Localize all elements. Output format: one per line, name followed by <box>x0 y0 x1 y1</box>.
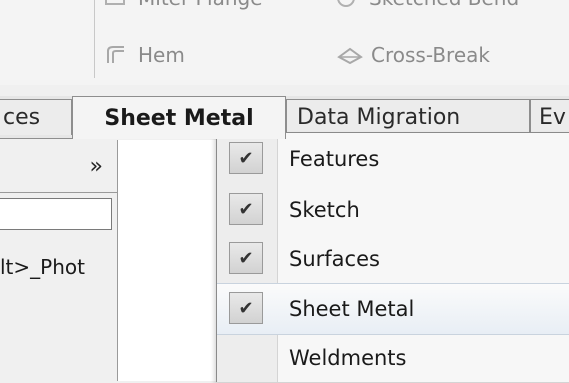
menu-item-label: Sketch <box>289 198 360 222</box>
check-icon: ✔ <box>229 242 263 274</box>
ribbon-cross-break-button[interactable]: Cross-Break <box>337 43 490 67</box>
feature-manager-panel: » lt>_Phot <box>0 140 118 381</box>
ribbon-separator <box>94 0 95 78</box>
menu-item-sketch[interactable]: ✔ Sketch <box>217 185 569 235</box>
sketched-bend-icon <box>335 0 359 8</box>
tab-previous-label: ces <box>3 105 41 130</box>
menu-item-label: Sheet Metal <box>289 297 415 321</box>
menu-item-surfaces[interactable]: ✔ Surfaces <box>217 234 569 284</box>
check-icon: ✔ <box>229 142 263 174</box>
tab-evaluate[interactable]: Ev <box>530 99 569 135</box>
ribbon-hem-label: Hem <box>138 43 185 67</box>
tab-evaluate-label: Ev <box>539 105 566 130</box>
tab-previous[interactable]: ces <box>0 99 72 135</box>
filter-input[interactable] <box>0 198 112 230</box>
tabs-context-menu: ✔ Features ✔ Sketch ✔ Surfaces ✔ Sheet M… <box>216 132 569 382</box>
tab-data-migration-label: Data Migration <box>297 105 461 130</box>
menu-item-features[interactable]: ✔ Features <box>217 134 569 184</box>
ribbon-sketched-bend-button[interactable]: Sketched Bend <box>335 0 519 10</box>
ribbon-cross-break-label: Cross-Break <box>371 43 490 67</box>
ribbon-hem-button[interactable]: Hem <box>104 43 185 67</box>
ribbon-sketched-bend-label: Sketched Bend <box>369 0 519 10</box>
check-icon: ✔ <box>229 292 263 324</box>
menu-item-label: Features <box>289 147 380 171</box>
ribbon: Miter Flange Sketched Bend Hem Cross-Bre… <box>0 0 569 85</box>
panel-header: » <box>0 140 117 193</box>
menu-item-label: Weldments <box>289 346 407 370</box>
tree-item-label[interactable]: lt>_Phot <box>0 255 85 279</box>
miter-flange-icon <box>104 0 128 8</box>
expand-chevron-icon[interactable]: » <box>90 154 103 179</box>
ribbon-miter-flange-label: Miter Flange <box>138 0 263 10</box>
menu-item-label: Surfaces <box>289 247 380 271</box>
ribbon-miter-flange-button[interactable]: Miter Flange <box>104 0 263 10</box>
check-icon: ✔ <box>229 193 263 225</box>
hem-icon <box>104 45 128 65</box>
menu-item-weldments[interactable]: Weldments <box>217 333 569 383</box>
tab-sheet-metal[interactable]: Sheet Metal <box>72 96 286 139</box>
tab-data-migration[interactable]: Data Migration <box>286 99 530 135</box>
menu-item-sheet-metal[interactable]: ✔ Sheet Metal <box>217 283 569 335</box>
cross-break-icon <box>337 45 363 65</box>
tab-sheet-metal-label: Sheet Metal <box>104 105 254 131</box>
